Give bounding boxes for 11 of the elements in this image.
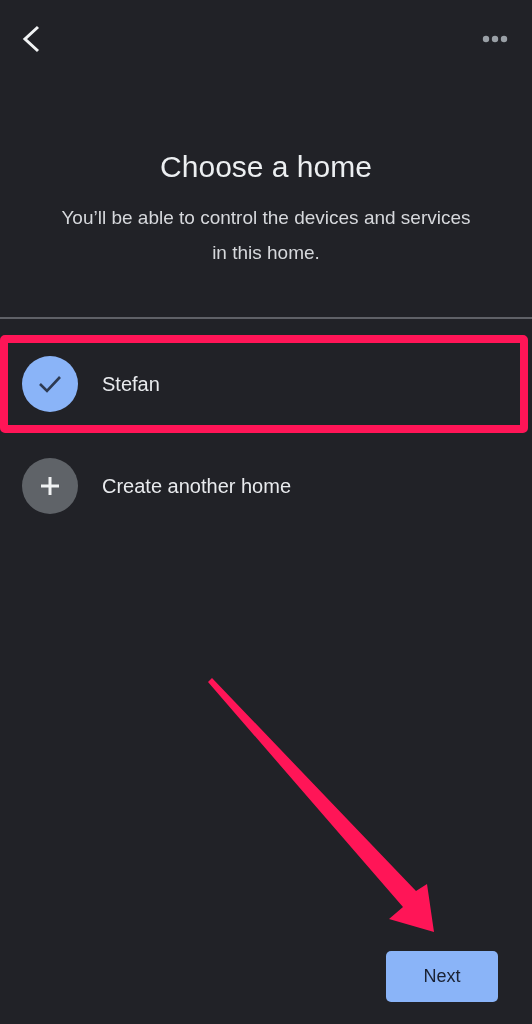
page-subtitle: You’ll be able to control the devices and services in this home. <box>61 206 471 265</box>
home-option-label: Create another home <box>102 474 291 498</box>
more-options-icon[interactable] <box>482 35 508 43</box>
check-circle-icon <box>22 356 78 412</box>
back-button[interactable] <box>20 24 42 54</box>
highlighted-home-option[interactable]: Stefan <box>0 335 528 433</box>
home-option[interactable]: Create another home <box>0 437 528 535</box>
home-option-label: Stefan <box>102 372 160 396</box>
page-title: Choose a home <box>159 150 373 184</box>
add-circle-icon <box>22 458 78 514</box>
next-button[interactable]: Next <box>386 951 498 1002</box>
